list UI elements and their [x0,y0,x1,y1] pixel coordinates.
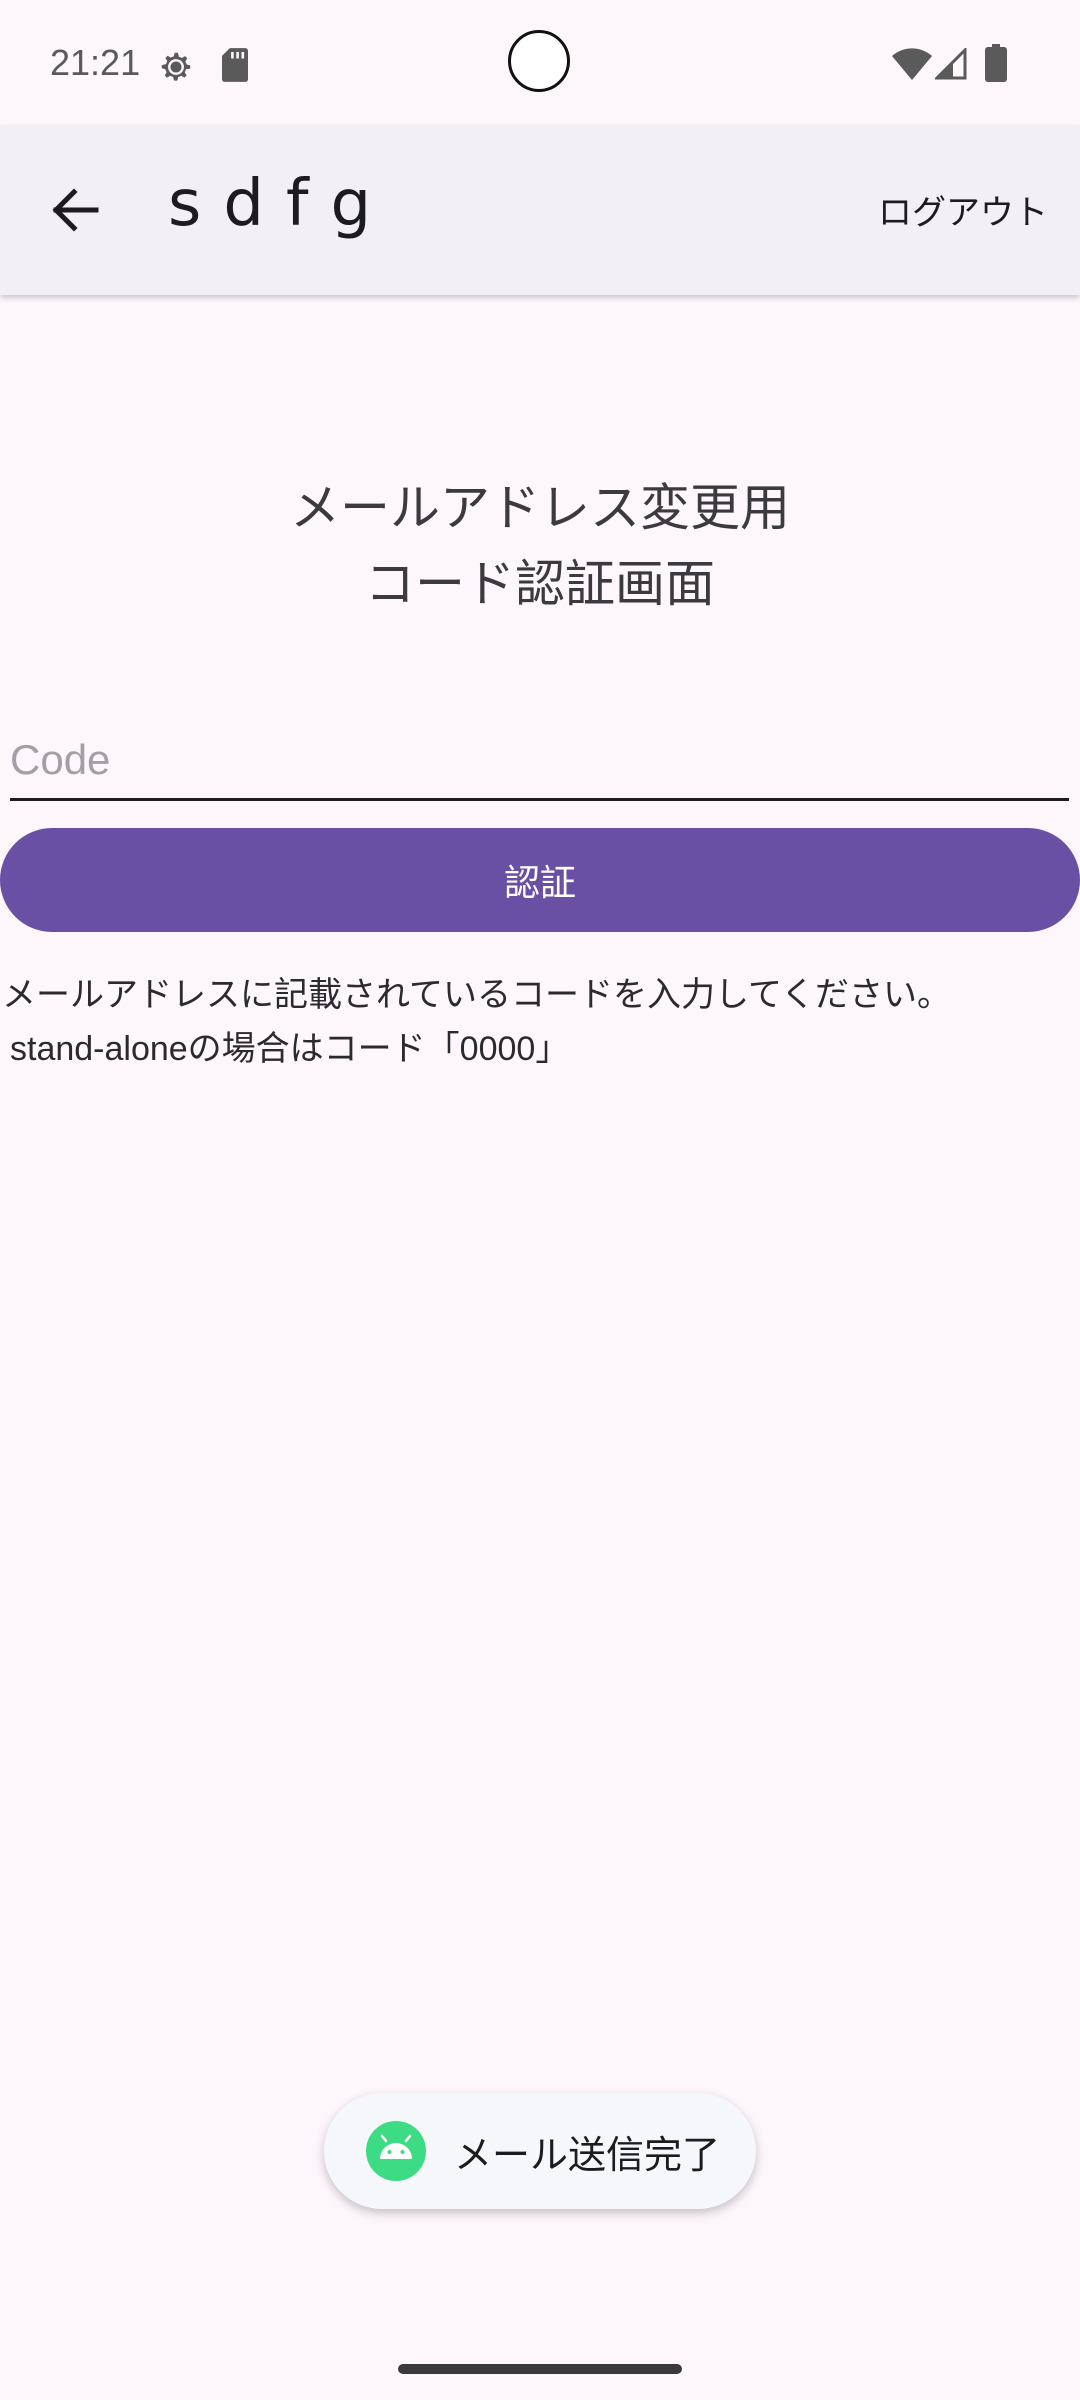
page-title: メールアドレス変更用 コード認証画面 [0,470,1080,622]
status-time: 21:21 [50,42,141,83]
toast-text: メール送信完了 [454,2132,721,2177]
settings-gear-icon [161,52,191,81]
back-button[interactable] [40,175,110,245]
page-title-line2: コード認証画面 [365,555,715,613]
sd-card-icon [222,48,248,82]
camera-cutout [508,30,570,92]
app-title: sdfg [168,167,394,241]
home-indicator[interactable] [398,2364,682,2374]
status-bar: 21:21 [0,0,1080,125]
android-icon [366,2121,426,2181]
battery-icon [985,44,1007,82]
page-title-line1: メールアドレス変更用 [290,479,790,537]
instructions-text: メールアドレスに記載されているコードを入力してください。 stand-alone… [2,968,1078,1076]
verify-button-label: 認証 [503,863,576,904]
instruction-line-1: メールアドレスに記載されているコードを入力してください。 [2,975,951,1015]
logout-button[interactable]: ログアウト [878,185,1048,234]
arrow-back-icon [52,188,99,232]
toast-message: メール送信完了 [324,2093,756,2209]
code-field [10,722,1069,801]
wifi-icon [892,48,932,80]
code-input[interactable] [10,722,1069,798]
app-bar: sdfg ログアウト [0,125,1080,295]
verify-button[interactable]: 認証 [0,828,1080,932]
instruction-line-2: stand-aloneの場合はコード「0000」 [10,1030,570,1068]
cellular-signal-icon [935,48,967,80]
